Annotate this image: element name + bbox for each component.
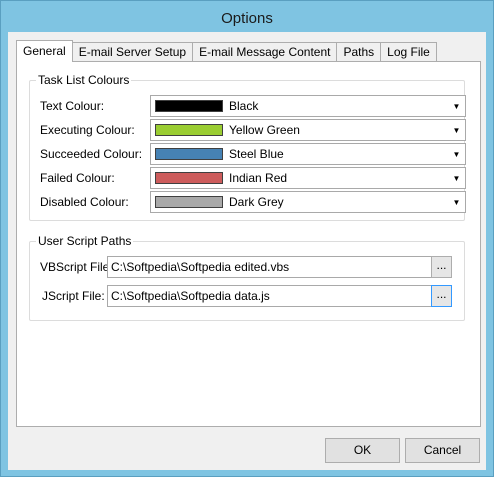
- jscript-file-input[interactable]: C:\Softpedia\Softpedia data.js: [107, 285, 432, 307]
- failed-colour-swatch: [155, 172, 223, 184]
- chevron-down-icon[interactable]: ▼: [448, 120, 465, 140]
- chevron-down-icon[interactable]: ▼: [448, 192, 465, 212]
- task-list-colours-legend: Task List Colours: [36, 73, 132, 87]
- succeeded-colour-value: Steel Blue: [229, 147, 284, 161]
- jscript-file-label: JScript File:: [42, 289, 105, 303]
- text-colour-swatch: [155, 100, 223, 112]
- tab-email-message-content[interactable]: E-mail Message Content: [192, 42, 338, 62]
- text-colour-value: Black: [229, 99, 259, 113]
- window-title: Options: [221, 9, 273, 27]
- chevron-down-icon[interactable]: ▼: [448, 96, 465, 116]
- succeeded-colour-combo[interactable]: Steel Blue ▼: [150, 143, 466, 165]
- failed-colour-combo[interactable]: Indian Red ▼: [150, 167, 466, 189]
- disabled-colour-value: Dark Grey: [229, 195, 284, 209]
- tab-email-server-setup[interactable]: E-mail Server Setup: [71, 42, 194, 62]
- tab-paths[interactable]: Paths: [336, 42, 382, 62]
- dialog-client-area: General E-mail Server Setup E-mail Messa…: [8, 32, 486, 470]
- cancel-button[interactable]: Cancel: [405, 438, 480, 463]
- failed-colour-label: Failed Colour:: [40, 171, 115, 185]
- chevron-down-icon[interactable]: ▼: [448, 144, 465, 164]
- tab-strip: General E-mail Server Setup E-mail Messa…: [16, 40, 437, 62]
- chevron-down-icon[interactable]: ▼: [448, 168, 465, 188]
- executing-colour-combo[interactable]: Yellow Green ▼: [150, 119, 466, 141]
- disabled-colour-swatch: [155, 196, 223, 208]
- text-colour-combo[interactable]: Black ▼: [150, 95, 466, 117]
- title-bar[interactable]: Options: [1, 1, 493, 33]
- task-list-colours-group: Task List Colours Text Colour: Black ▼ E…: [29, 73, 466, 221]
- ok-button[interactable]: OK: [325, 438, 400, 463]
- vbscript-browse-button[interactable]: ...: [431, 256, 452, 278]
- failed-colour-value: Indian Red: [229, 171, 288, 185]
- executing-colour-swatch: [155, 124, 223, 136]
- text-colour-label: Text Colour:: [40, 99, 105, 113]
- vbscript-file-input[interactable]: C:\Softpedia\Softpedia edited.vbs: [107, 256, 432, 278]
- jscript-browse-button[interactable]: ...: [431, 285, 452, 307]
- disabled-colour-label: Disabled Colour:: [40, 195, 129, 209]
- succeeded-colour-swatch: [155, 148, 223, 160]
- tab-log-file[interactable]: Log File: [380, 42, 437, 62]
- executing-colour-value: Yellow Green: [229, 123, 300, 137]
- tab-general[interactable]: General: [16, 40, 73, 62]
- options-window: Options General E-mail Server Setup E-ma…: [0, 0, 494, 477]
- succeeded-colour-label: Succeeded Colour:: [40, 147, 143, 161]
- general-tab-panel: Task List Colours Text Colour: Black ▼ E…: [16, 61, 481, 427]
- user-script-paths-group: User Script Paths VBScript File: C:\Soft…: [29, 234, 465, 321]
- executing-colour-label: Executing Colour:: [40, 123, 135, 137]
- vbscript-file-label: VBScript File:: [40, 260, 113, 274]
- user-script-paths-legend: User Script Paths: [36, 234, 134, 248]
- disabled-colour-combo[interactable]: Dark Grey ▼: [150, 191, 466, 213]
